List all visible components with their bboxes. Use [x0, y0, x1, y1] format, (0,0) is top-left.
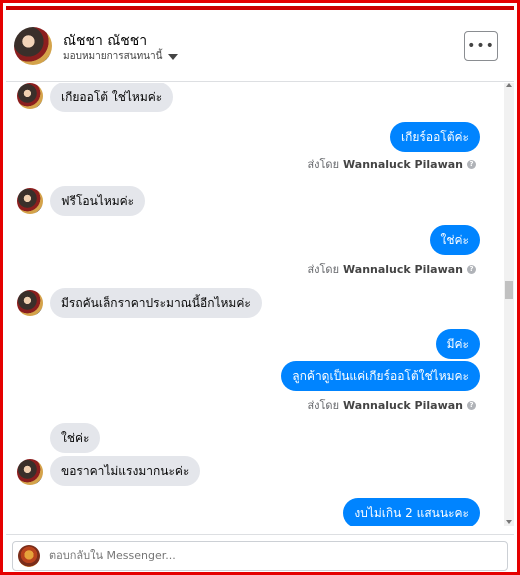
sent-by-label: ส่งโดย Wannaluck Pilawan ? — [307, 396, 476, 414]
sender-name: Wannaluck Pilawan — [343, 398, 463, 412]
sender-name: Wannaluck Pilawan — [343, 262, 463, 276]
outgoing-message[interactable]: ใช่ค่ะ — [429, 225, 480, 255]
contact-avatar-small[interactable] — [17, 83, 43, 109]
incoming-message[interactable]: ฟรีโอนไหมค่ะ — [50, 186, 146, 216]
more-options-button[interactable]: ••• — [464, 31, 498, 61]
sent-by-label: ส่งโดย Wannaluck Pilawan ? — [307, 155, 476, 173]
conversation-header: ณัชชา ณัชชา มอบหมายการสนทนานี้ ••• — [6, 10, 514, 82]
outgoing-message[interactable]: เกียร์ออโต้ค่ะ — [390, 122, 480, 152]
outgoing-message[interactable]: มีค่ะ — [435, 329, 480, 359]
scroll-down-icon[interactable] — [506, 520, 512, 524]
reply-input[interactable] — [49, 542, 349, 570]
message-scrollbar[interactable] — [504, 83, 514, 526]
scroll-up-icon[interactable] — [506, 83, 512, 87]
info-icon[interactable]: ? — [467, 400, 476, 410]
messenger-window: ณัชชา ณัชชา มอบหมายการสนทนานี้ ••• เกียอ… — [0, 0, 520, 575]
assign-conversation-label: มอบหมายการสนทนานี้ — [63, 51, 163, 62]
contact-avatar-small[interactable] — [17, 188, 43, 214]
sent-by-prefix: ส่งโดย — [307, 399, 340, 412]
sent-by-prefix: ส่งโดย — [307, 158, 340, 171]
page-avatar — [18, 545, 40, 567]
outgoing-message[interactable]: งบไม่เกิน 2 แสนนะคะ — [343, 498, 480, 526]
message-list: เกียออโต้ ใช่ไหมค่ะ เกียร์ออโต้ค่ะ ส่งโด… — [6, 83, 504, 526]
sent-by-label: ส่งโดย Wannaluck Pilawan ? — [307, 260, 476, 278]
sent-by-prefix: ส่งโดย — [307, 263, 340, 276]
assign-conversation[interactable]: มอบหมายการสนทนานี้ — [63, 49, 179, 64]
composer-box[interactable] — [12, 541, 508, 571]
outgoing-message[interactable]: ลูกค้าดูเป็นแค่เกียร์ออโต้ใช่ไหมคะ — [281, 361, 480, 391]
incoming-message[interactable]: เกียออโต้ ใช่ไหมค่ะ — [50, 83, 174, 112]
composer — [6, 534, 514, 572]
sender-name: Wannaluck Pilawan — [343, 157, 463, 171]
info-icon[interactable]: ? — [467, 159, 476, 169]
info-icon[interactable]: ? — [467, 264, 476, 274]
incoming-message[interactable]: ขอราคาไม่แรงมากนะค่ะ — [50, 456, 201, 486]
contact-avatar-small[interactable] — [17, 290, 43, 316]
more-icon: ••• — [467, 38, 495, 54]
incoming-message[interactable]: มีรถคันเล็กราคาประมาณนี้อีกไหมค่ะ — [50, 288, 262, 318]
contact-avatar-small[interactable] — [17, 459, 43, 485]
contact-avatar[interactable] — [14, 27, 52, 65]
incoming-message[interactable]: ใช่ค่ะ — [50, 423, 101, 453]
scroll-thumb[interactable] — [505, 281, 513, 299]
caret-down-icon — [168, 53, 179, 60]
